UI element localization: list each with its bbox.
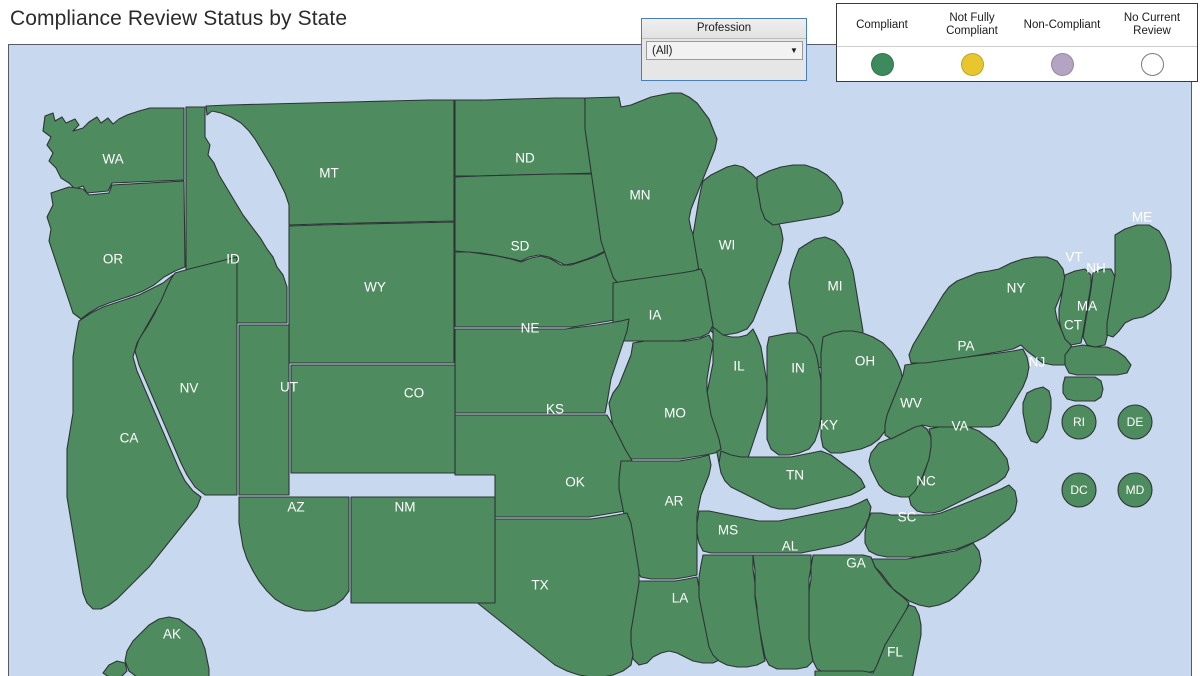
legend-label-line-2: Review: [1133, 25, 1171, 37]
state-shape-ct[interactable]: [1062, 376, 1104, 402]
state-shape-wy[interactable]: [288, 221, 455, 364]
state-shape-me[interactable]: [1106, 224, 1172, 338]
legend-swatch-cell-no-current-review[interactable]: [1107, 47, 1197, 81]
legend-label-text: Non-Compliant: [1023, 18, 1101, 31]
profession-select[interactable]: (All) ▼: [646, 41, 803, 60]
legend-label-line-1: Not Fully: [949, 12, 995, 24]
state-bubble-md[interactable]: [1117, 472, 1153, 508]
state-shape-ak-aleutians[interactable]: [102, 660, 128, 676]
state-shape-ks[interactable]: [454, 318, 630, 414]
state-shape-az[interactable]: [238, 496, 350, 612]
legend-swatch-cell-compliant[interactable]: [837, 47, 927, 81]
legend-label-row: Compliant Not Fully Compliant Non-Compli…: [837, 4, 1197, 47]
legend-dot-not-fully-compliant[interactable]: [960, 52, 984, 76]
legend-label-text: Compliant: [856, 18, 908, 31]
state-bubble-de[interactable]: [1117, 404, 1153, 440]
legend-dot-no-current-review[interactable]: [1140, 52, 1164, 76]
legend-swatch-cell-non-compliant[interactable]: [1017, 47, 1107, 81]
profession-select-value: (All): [652, 44, 673, 57]
state-shape-ne[interactable]: [454, 246, 632, 328]
legend-dot-non-compliant[interactable]: [1050, 52, 1074, 76]
state-shape-ma[interactable]: [1064, 344, 1132, 376]
state-shape-wa[interactable]: [42, 107, 185, 194]
legend-label-no-current-review: No Current Review: [1107, 4, 1197, 46]
legend-dot-compliant[interactable]: [870, 52, 894, 76]
state-label-vt: VT: [1065, 250, 1082, 265]
state-shape-sd[interactable]: [454, 173, 610, 266]
page-title: Compliance Review Status by State: [10, 7, 348, 30]
state-shape-ut[interactable]: [238, 324, 290, 496]
legend-label-text: No Current Review: [1122, 12, 1182, 38]
legend-swatch-cell-not-fully-compliant[interactable]: [927, 47, 1017, 81]
state-shape-in[interactable]: [766, 332, 822, 456]
state-shape-ny[interactable]: [908, 256, 1080, 366]
legend-label-line-1: No Current: [1123, 12, 1181, 24]
state-shape-pa[interactable]: [884, 348, 1030, 440]
state-shape-nj[interactable]: [1022, 386, 1052, 444]
state-bubble-ri[interactable]: [1061, 404, 1097, 440]
legend-label-compliant: Compliant: [837, 4, 927, 46]
state-label-me: ME: [1132, 210, 1152, 225]
state-shape-mo[interactable]: [608, 334, 722, 460]
state-shape-mi-up[interactable]: [756, 164, 844, 226]
legend-label-line-2: Compliant: [946, 25, 998, 37]
state-shape-mt[interactable]: [205, 99, 455, 226]
state-shape-co[interactable]: [290, 364, 456, 474]
state-shape-ak[interactable]: [124, 616, 210, 676]
legend-label-text: Not Fully Compliant: [944, 12, 1000, 38]
profession-filter-card: Profession (All) ▼: [641, 18, 807, 81]
legend-label-non-compliant: Non-Compliant: [1017, 4, 1107, 46]
choropleth-map-panel: WA OR ID MT ND MN SD WY WI MI NE IA NY M…: [8, 44, 1192, 676]
state-shape-nd[interactable]: [454, 97, 600, 177]
us-state-map[interactable]: WA OR ID MT ND MN SD WY WI MI NE IA NY M…: [9, 45, 1192, 676]
state-shape-nm[interactable]: [350, 496, 496, 604]
chevron-down-icon[interactable]: ▼: [786, 46, 802, 55]
status-legend: Compliant Not Fully Compliant Non-Compli…: [836, 3, 1198, 82]
state-shape-ky[interactable]: [718, 450, 866, 510]
profession-filter-title: Profession: [642, 19, 806, 39]
legend-swatch-row: [837, 47, 1197, 81]
state-bubble-dc[interactable]: [1061, 472, 1097, 508]
legend-label-not-fully-compliant: Not Fully Compliant: [927, 4, 1017, 46]
